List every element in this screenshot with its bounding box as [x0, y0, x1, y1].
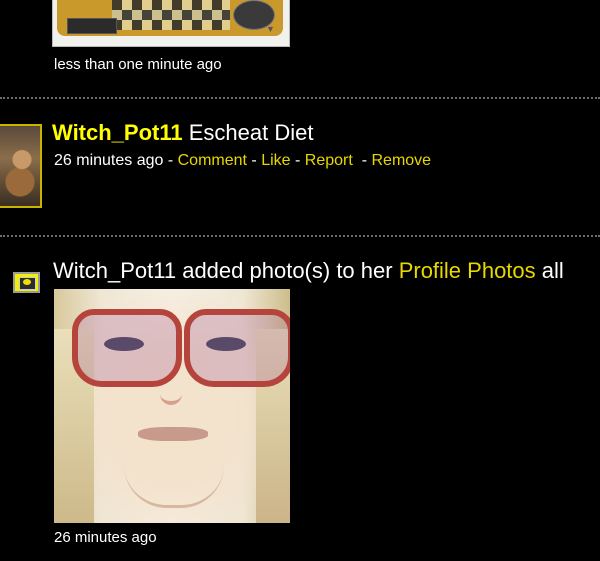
entry-meta: 26 minutes ago - Comment - Like - Report… [54, 152, 431, 170]
report-link[interactable]: Report [305, 152, 353, 169]
activity-text: Witch_Pot11 added photo(s) to her [53, 258, 399, 283]
activity-line: Witch_Pot11 added photo(s) to her Profil… [53, 258, 564, 284]
entry-timestamp: less than one minute ago [54, 56, 222, 73]
board-grid-row [112, 10, 230, 20]
photo-eye-left [104, 337, 144, 351]
separator: - [163, 152, 178, 169]
entry-timestamp: 26 minutes ago [54, 152, 164, 169]
album-link[interactable]: Profile Photos [399, 258, 536, 283]
photo-album-icon [13, 272, 40, 293]
separator: - [290, 152, 305, 169]
photo-nose [160, 363, 182, 405]
feed-divider [0, 97, 600, 99]
activity-trail: all [535, 258, 564, 283]
username-link[interactable]: Witch_Pot11 [52, 120, 183, 145]
separator: - [246, 152, 262, 169]
user-avatar[interactable] [0, 124, 42, 208]
remove-link[interactable]: Remove [371, 152, 431, 169]
comment-link[interactable]: Comment [178, 152, 247, 169]
photo-eye-right [206, 337, 246, 351]
separator: - [352, 152, 372, 169]
photo-chin [124, 465, 224, 508]
like-link[interactable]: Like [261, 152, 290, 169]
status-line: Witch_Pot11 Escheat Diet [52, 120, 313, 146]
entry-timestamp: 26 minutes ago [54, 529, 157, 546]
photo-mouth [138, 427, 208, 441]
chevron-down-icon: ▼ [266, 24, 275, 34]
photo-sun [23, 279, 31, 285]
brand-logo [67, 18, 117, 34]
game-board-image [57, 0, 283, 36]
feed-divider [0, 235, 600, 237]
status-text: Escheat Diet [188, 120, 314, 145]
shared-product-image[interactable] [52, 0, 290, 47]
profile-photo[interactable] [54, 289, 290, 523]
